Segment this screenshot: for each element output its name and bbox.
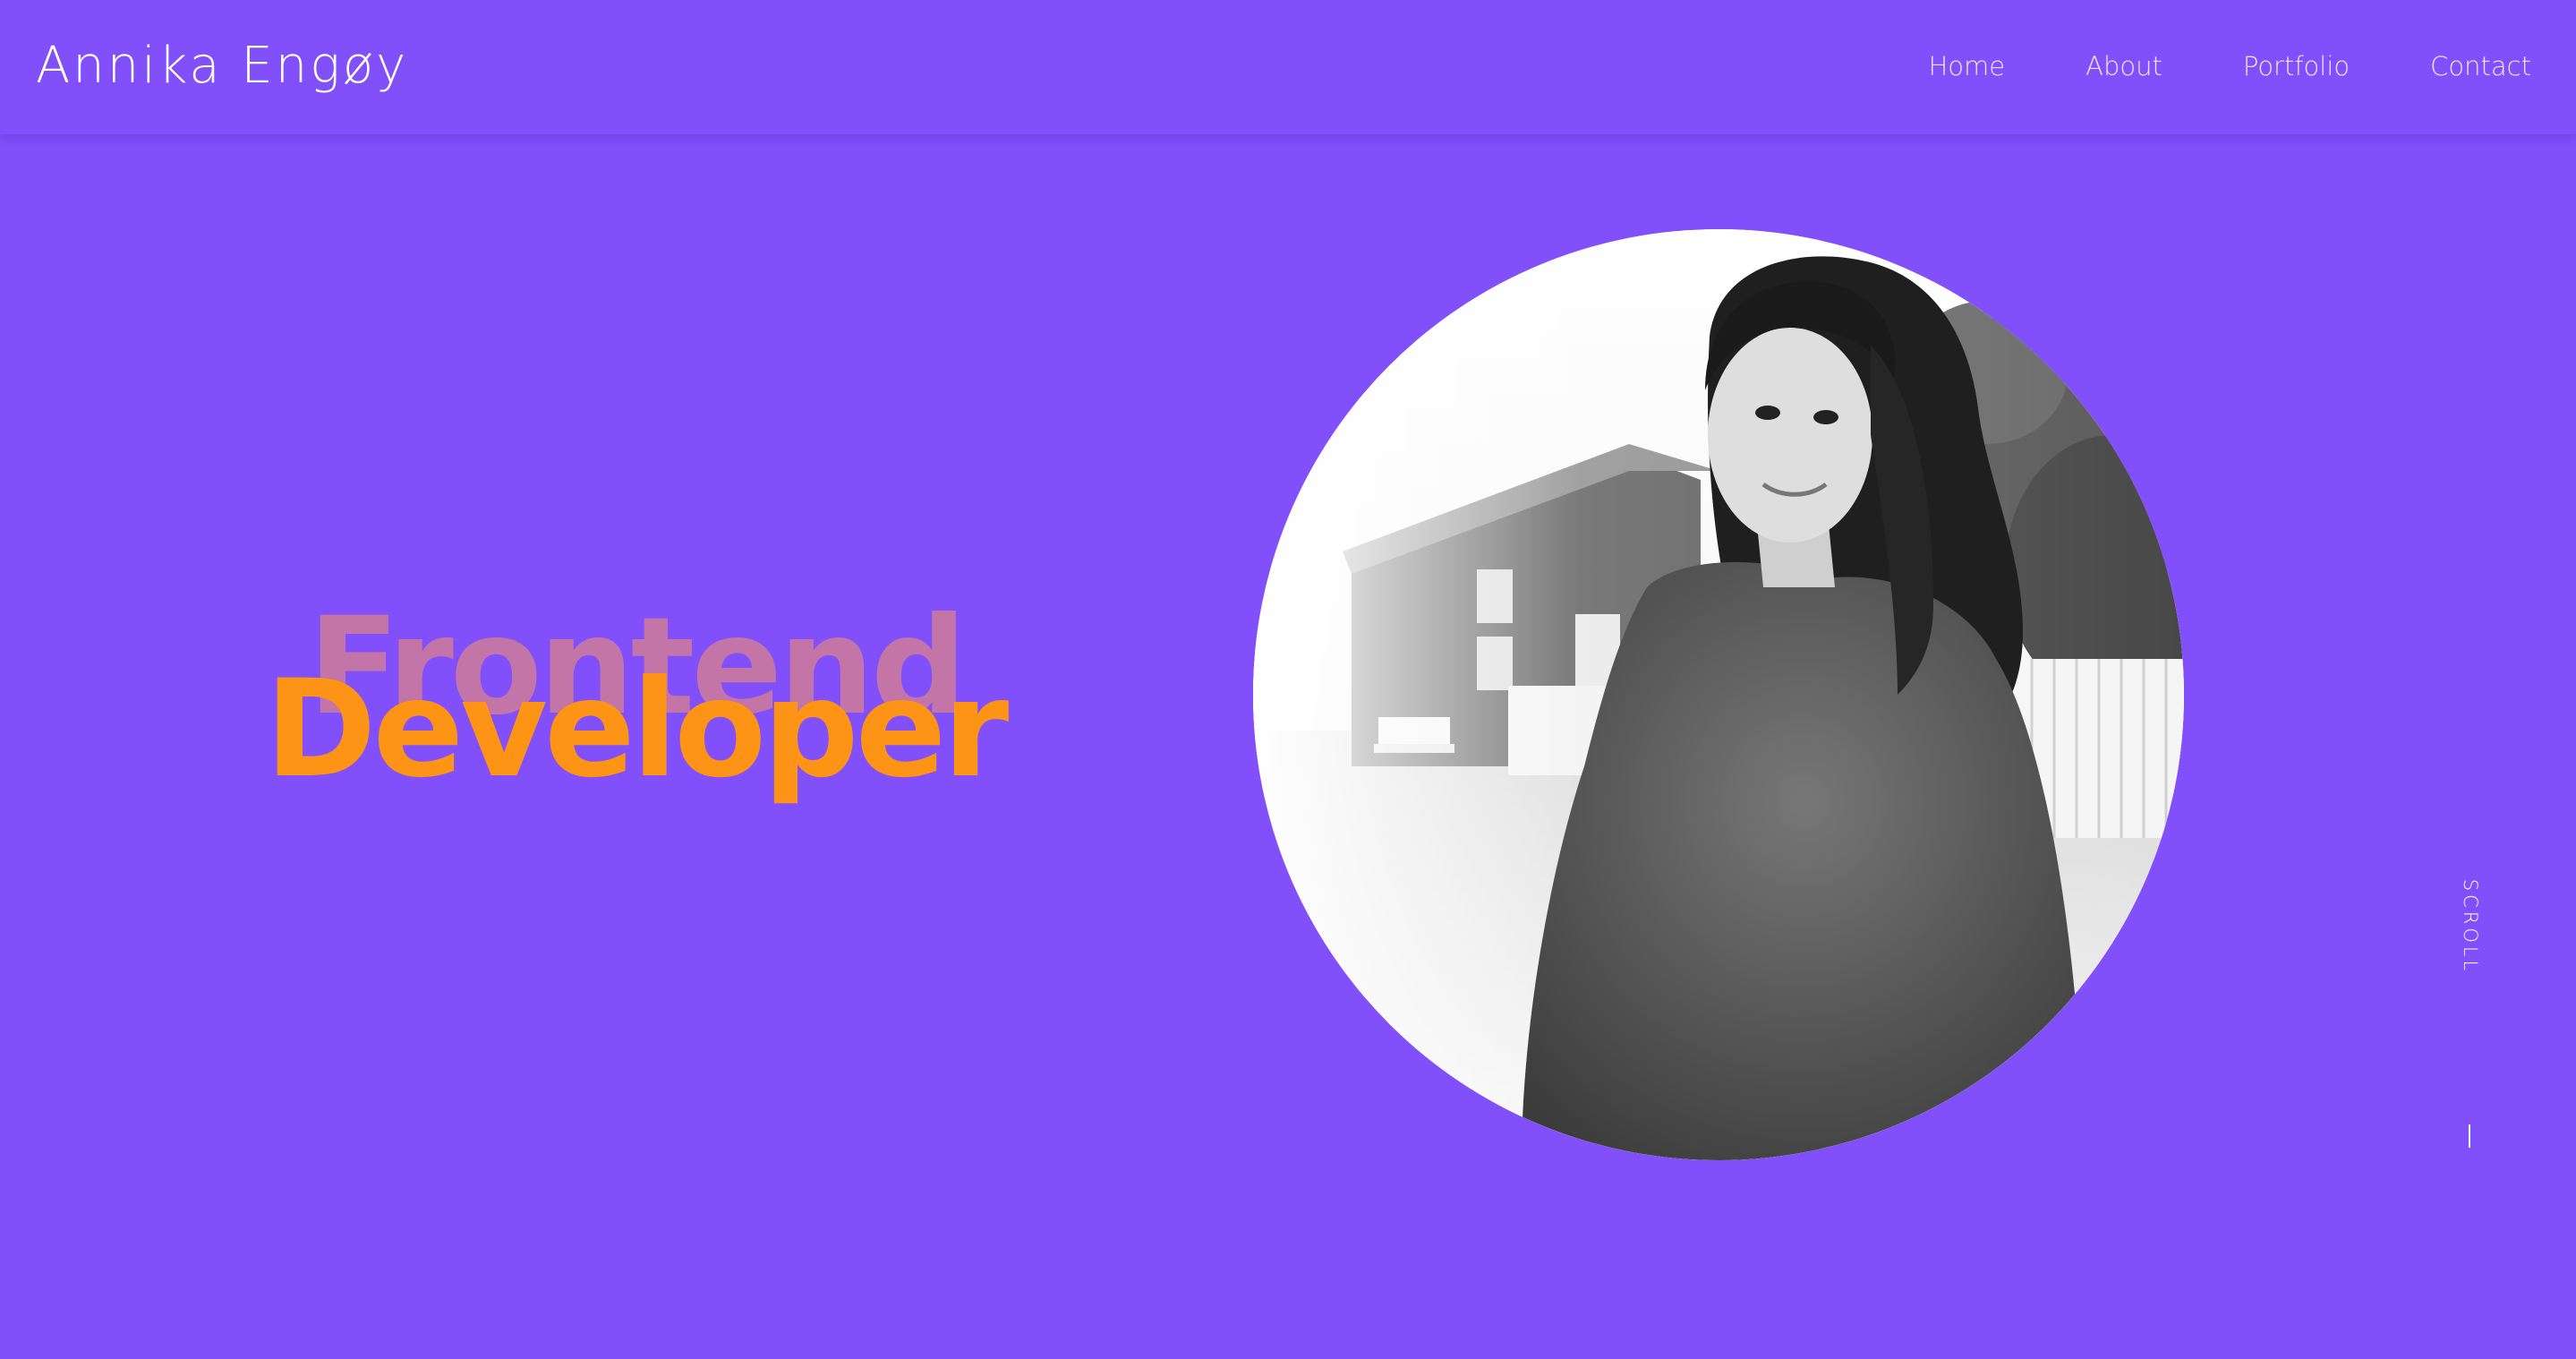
hero-word-developer: Developer bbox=[265, 652, 1009, 808]
site-header: Annika Engøy Home About Portfolio Contac… bbox=[0, 0, 2576, 134]
nav-home-link[interactable]: Home bbox=[1928, 45, 2005, 88]
page: Annika Engøy Home About Portfolio Contac… bbox=[0, 0, 2576, 1359]
nav-contact-link[interactable]: Contact bbox=[2430, 45, 2531, 88]
hero-heading: Frontend Developer bbox=[265, 591, 1035, 824]
scroll-line bbox=[2469, 1124, 2470, 1148]
nav-portfolio-link[interactable]: Portfolio bbox=[2243, 45, 2350, 88]
nav-about-link[interactable]: About bbox=[2086, 45, 2162, 88]
profile-photo bbox=[1253, 229, 2184, 1160]
main-nav: Home About Portfolio Contact bbox=[1928, 45, 2531, 88]
scroll-indicator[interactable]: SCROLL bbox=[2452, 877, 2488, 976]
profile-photo-illustration bbox=[1253, 229, 2184, 1160]
scroll-label: SCROLL bbox=[2460, 878, 2481, 975]
site-logo[interactable]: Annika Engøy bbox=[36, 34, 408, 98]
